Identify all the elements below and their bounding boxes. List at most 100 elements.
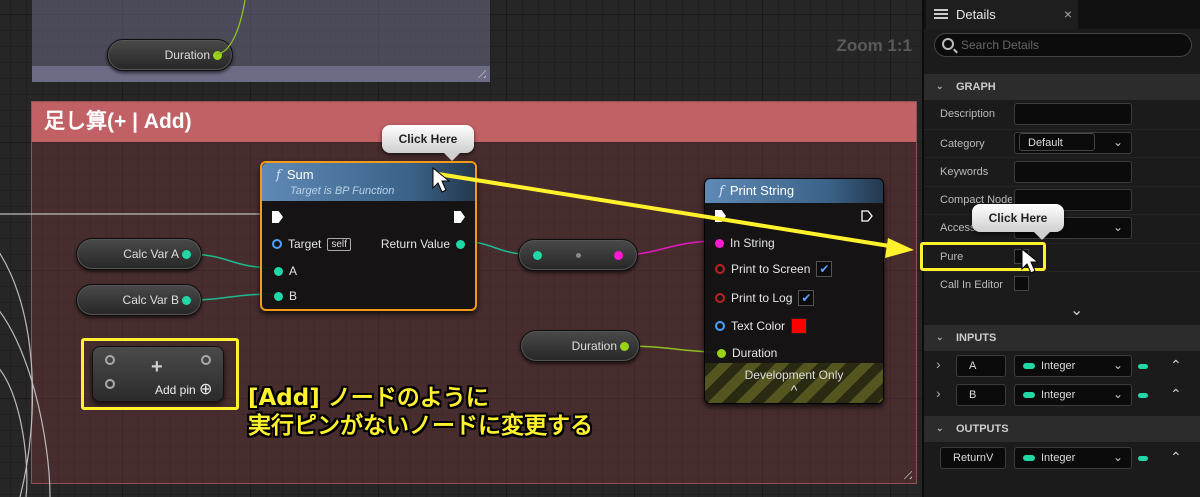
integer-pin-icon[interactable] [182, 250, 191, 259]
close-icon[interactable]: × [1064, 6, 1072, 22]
text-color-label: Text Color [731, 319, 786, 333]
duration-variable-node-upper[interactable]: Duration [107, 39, 233, 71]
sum-node-title: f Sum [276, 167, 465, 183]
input-b-type: Integer [1041, 389, 1076, 401]
graph-section-header[interactable]: ⌄ GRAPH [924, 74, 1200, 100]
print-node-header[interactable]: f Print String [705, 179, 883, 203]
calc-var-a-node[interactable]: Calc Var A [76, 238, 202, 270]
outputs-section-header[interactable]: ⌄ OUTPUTS [924, 416, 1200, 442]
exec-out-pin-icon[interactable] [861, 210, 873, 222]
details-tab[interactable]: Details × [926, 0, 1078, 29]
bool-pin-icon[interactable] [715, 264, 725, 274]
print-node-title: f Print String [719, 183, 873, 199]
move-up-icon[interactable]: ⌃ [1170, 357, 1182, 374]
keywords-label: Keywords [940, 166, 989, 178]
return-value-label: Return Value [380, 237, 450, 251]
text-color-row: Text Color [715, 318, 808, 334]
sum-title-text: Sum [286, 167, 314, 182]
calc-var-b-node[interactable]: Calc Var B [76, 284, 202, 316]
details-panel: Details × Search Details ⌄ GRAPH Descrip… [920, 0, 1200, 497]
input-a-type-combo[interactable]: Integer ⌄ [1014, 355, 1132, 377]
object-pin-icon[interactable] [272, 239, 282, 249]
resize-grip-icon[interactable] [900, 467, 912, 479]
input-b-name[interactable]: B [956, 384, 1006, 406]
integer-pin-icon[interactable] [182, 296, 191, 305]
development-only-banner: Development Only ^ [705, 363, 883, 403]
category-combo[interactable]: Default ⌄ [1014, 132, 1132, 154]
a-label: A [289, 264, 298, 278]
input-a-name[interactable]: A [956, 355, 1006, 377]
search-placeholder: Search Details [961, 38, 1040, 52]
chevron-down-icon: ⌄ [1112, 358, 1123, 372]
graph-section-label: GRAPH [956, 81, 996, 93]
duration-variable-label: Duration [571, 339, 617, 353]
integer-type-icon [1023, 455, 1035, 462]
category-value: Default [1019, 133, 1095, 151]
print-log-row: Print to Log ✔ [715, 290, 815, 306]
print-screen-row: Print to Screen ✔ [715, 261, 833, 277]
integer-type-icon [1023, 363, 1035, 370]
resize-grip-icon[interactable] [474, 66, 486, 78]
exec-in-pin-icon[interactable] [715, 210, 726, 222]
input-a-type: Integer [1041, 360, 1076, 372]
output-type-combo[interactable]: Integer ⌄ [1014, 447, 1132, 469]
integer-pin-icon[interactable] [274, 266, 283, 276]
sum-function-node[interactable]: f Sum Target is BP Function Target self R… [260, 161, 477, 311]
integer-pin-icon[interactable] [456, 239, 465, 249]
duration-variable-label: Duration [164, 48, 210, 62]
row-divider [924, 186, 1200, 187]
calc-var-a-label: Calc Var A [123, 247, 179, 261]
category-label: Category [940, 138, 985, 150]
target-label: Target [288, 237, 322, 251]
string-pin-icon[interactable] [715, 238, 724, 248]
conversion-node[interactable] [518, 239, 638, 271]
in-string-row: In String [715, 236, 775, 250]
duration-pin-label: Duration [732, 346, 778, 360]
inputs-section-header[interactable]: ⌄ INPUTS [924, 325, 1200, 351]
input-b-type-combo[interactable]: Integer ⌄ [1014, 384, 1132, 406]
a-pin-row: A [274, 264, 297, 278]
print-string-node[interactable]: f Print String In String Print to Screen … [704, 178, 884, 404]
duration-variable-node[interactable]: Duration [520, 330, 640, 362]
collapse-icon[interactable]: ^ [705, 383, 883, 397]
blueprint-graph[interactable]: Zoom 1:1 Duration 足し算(+ | Add) Calc Var … [0, 0, 922, 497]
call-in-editor-checkbox[interactable] [1014, 276, 1029, 291]
self-badge: self [327, 237, 351, 251]
print-screen-checkbox[interactable]: ✔ [816, 261, 833, 277]
keywords-field[interactable] [1014, 161, 1132, 183]
click-here-callout-left: Click Here [382, 125, 474, 161]
zoom-label: Zoom 1:1 [836, 36, 912, 55]
search-details-input[interactable]: Search Details [934, 33, 1192, 57]
comment-box-upper[interactable] [32, 0, 490, 82]
mouse-cursor-icon [1021, 247, 1040, 274]
sum-node-header[interactable]: f Sum Target is BP Function [262, 163, 475, 201]
float-pin-icon[interactable] [717, 348, 726, 358]
description-field[interactable] [1014, 103, 1132, 125]
details-tune-icon [934, 8, 948, 20]
integer-pin-icon[interactable] [274, 291, 283, 301]
advanced-expand-icon[interactable]: ⌄ [1070, 300, 1083, 320]
in-string-label: In String [730, 236, 775, 250]
chevron-down-icon: ⌄ [1112, 135, 1123, 149]
click-here-callout-right: Click Here [972, 204, 1064, 240]
print-log-checkbox[interactable]: ✔ [798, 290, 815, 306]
expand-row-icon[interactable]: › [936, 356, 941, 372]
exec-in-pin-icon[interactable] [272, 211, 283, 223]
expand-row-icon[interactable]: › [936, 385, 941, 401]
exec-out-pin-icon[interactable] [454, 211, 465, 223]
move-up-icon[interactable]: ⌃ [1170, 449, 1182, 466]
struct-pin-icon[interactable] [715, 321, 725, 331]
float-pin-icon[interactable] [620, 342, 629, 351]
move-up-icon[interactable]: ⌃ [1170, 386, 1182, 403]
wire-white-curve-3 [0, 369, 28, 497]
bool-pin-icon[interactable] [715, 293, 725, 303]
function-icon: f [276, 168, 281, 183]
pin-type-icon [1138, 456, 1148, 461]
output-return-name[interactable]: ReturnV [940, 447, 1006, 469]
text-color-swatch[interactable] [791, 318, 808, 334]
integer-input-pin-icon[interactable] [533, 251, 542, 260]
float-pin-icon[interactable] [213, 51, 222, 60]
string-output-pin-icon[interactable] [614, 251, 623, 260]
comment-title[interactable]: 足し算(+ | Add) [32, 102, 916, 142]
development-only-label: Development Only [744, 368, 844, 382]
